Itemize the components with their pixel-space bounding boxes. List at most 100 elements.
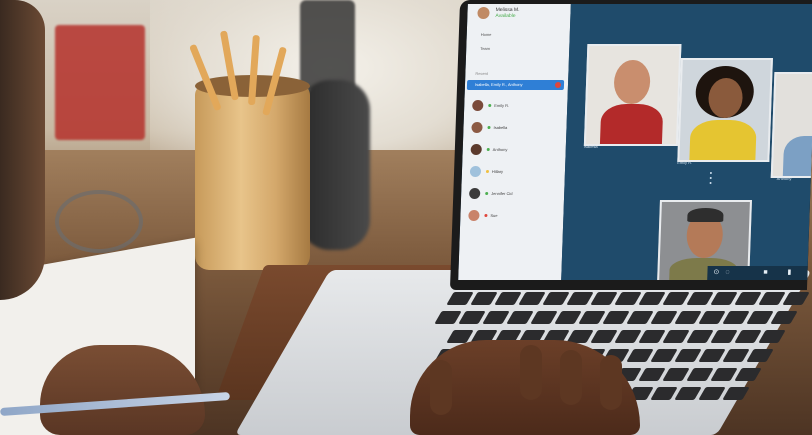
call-controls-bar: ⊙ ◌ ■ ▮ ☎ ▂▄▆ ✱	[707, 266, 812, 280]
keyboard-key	[566, 292, 594, 305]
keyboard-key	[770, 311, 798, 324]
keyboard-key	[650, 311, 678, 324]
active-chat-item[interactable]: Isabella, Emily R., Anthony	[466, 80, 565, 90]
lamp-base	[300, 80, 370, 250]
tile-label-emily: Emily R.	[677, 160, 693, 165]
photo-scene: Melissa M. Available Home Team Recent Is…	[0, 0, 812, 435]
contact-avatar	[468, 210, 480, 221]
keyboard-key	[674, 387, 702, 400]
contact-name: Sue	[490, 213, 498, 218]
nav-team[interactable]: Team	[480, 46, 490, 51]
status-dot	[484, 214, 488, 217]
keyboard-key	[674, 349, 702, 362]
keyboard-key	[686, 368, 714, 381]
video-tile-anthony[interactable]	[770, 72, 812, 178]
keyboard-key	[710, 368, 738, 381]
video-tile-isabella[interactable]	[583, 44, 682, 146]
red-box	[55, 25, 145, 140]
keyboard-key	[482, 311, 510, 324]
keyboard-key	[674, 311, 702, 324]
keyboard-key	[614, 330, 642, 343]
profile-status: Available	[495, 13, 516, 19]
keyboard-key	[626, 311, 654, 324]
more-options[interactable]	[709, 172, 713, 187]
eyeglasses	[55, 190, 143, 253]
keyboard-key	[494, 292, 522, 305]
status-dot	[486, 148, 490, 151]
keyboard-key	[638, 330, 666, 343]
keyboard-key	[650, 387, 678, 400]
contact-avatar	[472, 100, 484, 111]
keyboard-key	[686, 292, 714, 305]
keyboard-key	[470, 292, 498, 305]
keyboard-key	[746, 349, 774, 362]
keyboard-key	[554, 311, 582, 324]
keyboard-key	[518, 292, 546, 305]
keyboard-key	[602, 311, 630, 324]
keyboard-key	[638, 368, 666, 381]
profile-avatar[interactable]	[477, 7, 490, 19]
keyboard-key	[542, 292, 570, 305]
finger	[560, 350, 582, 405]
mic-icon[interactable]: ▮	[787, 269, 791, 277]
keyboard-key	[626, 349, 654, 362]
keyboard-key	[758, 292, 786, 305]
contact-name: Jennifer Cid	[491, 191, 513, 196]
keyboard-key	[782, 292, 810, 305]
keyboard-key	[530, 311, 558, 324]
desk-lamp	[300, 0, 355, 90]
keyboard-key	[734, 330, 762, 343]
contact-avatar	[469, 188, 481, 199]
contact-name: Emily R.	[494, 103, 510, 108]
sidebar: Melissa M. Available Home Team Recent Is…	[458, 4, 571, 280]
keyboard-key	[578, 311, 606, 324]
video-icon[interactable]: ■	[763, 269, 767, 277]
finger	[600, 355, 622, 410]
keyboard-key	[710, 292, 738, 305]
contact-name: Anthony	[492, 147, 508, 152]
finger	[520, 345, 542, 400]
status-dot	[485, 192, 489, 195]
pencil-cup	[195, 75, 310, 270]
keyboard-key	[506, 311, 534, 324]
keyboard-key	[710, 330, 738, 343]
keyboard-key	[650, 349, 678, 362]
video-tile-emily[interactable]	[677, 58, 773, 162]
notification-badge	[554, 82, 562, 88]
tile-label-anthony: Anthony	[776, 176, 792, 181]
keyboard-key	[746, 311, 774, 324]
keyboard-key	[686, 330, 714, 343]
keyboard-key	[590, 330, 618, 343]
nav-home[interactable]: Home	[481, 32, 492, 37]
keyboard-key	[734, 368, 762, 381]
chat-icon[interactable]: ⊙	[713, 269, 719, 277]
keyboard-key	[722, 349, 750, 362]
status-dot	[485, 170, 490, 173]
keyboard-key	[590, 292, 618, 305]
keyboard-key	[638, 292, 666, 305]
keyboard-key	[662, 368, 690, 381]
active-chat-label: Isabella, Emily R., Anthony	[474, 82, 523, 87]
profile-info: Melissa M. Available	[495, 7, 519, 19]
keyboard-key	[614, 292, 642, 305]
keyboard-key	[458, 311, 486, 324]
keyboard-key	[446, 292, 474, 305]
finger	[430, 360, 452, 415]
keyboard-key	[734, 292, 762, 305]
keyboard-key	[662, 330, 690, 343]
status-dot	[487, 126, 491, 129]
tile-label-isabella: Isabella	[583, 144, 598, 149]
contact-name: Isabella	[493, 125, 508, 130]
contact-avatar	[469, 166, 482, 177]
contact-avatar	[470, 144, 482, 155]
contact-name: Hillary	[491, 169, 504, 174]
contact-avatar	[471, 122, 483, 133]
keyboard-key	[698, 349, 726, 362]
keyboard-key	[662, 292, 690, 305]
keyboard-key	[722, 311, 750, 324]
laptop-screen: Melissa M. Available Home Team Recent Is…	[458, 4, 812, 280]
section-label: Recent	[475, 71, 489, 76]
message-icon[interactable]: ◌	[725, 269, 729, 277]
status-dot	[488, 104, 492, 107]
keyboard-key	[722, 387, 750, 400]
